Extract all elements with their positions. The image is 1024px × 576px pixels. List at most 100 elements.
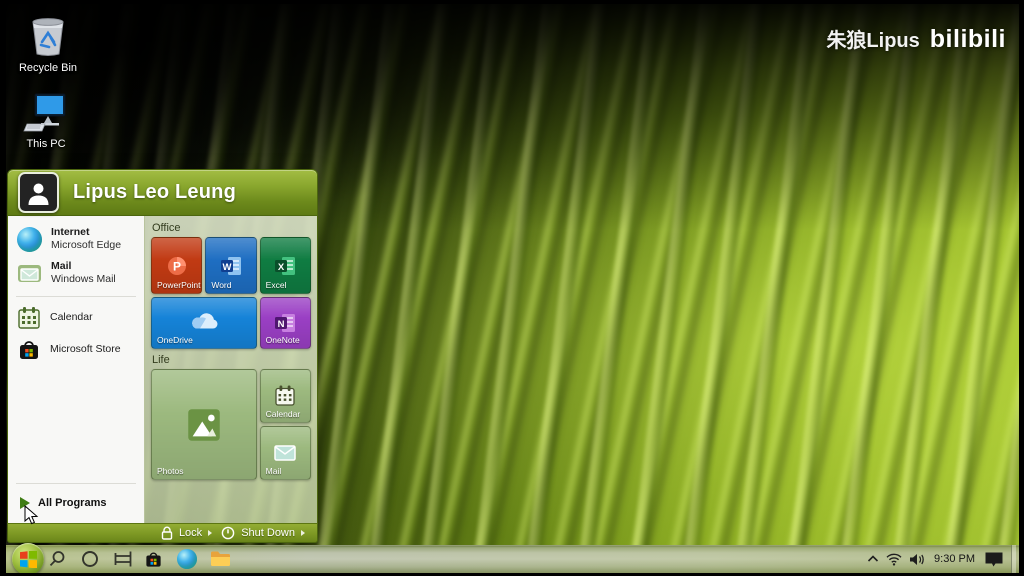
divider	[16, 483, 136, 484]
tile-photos[interactable]: Photos	[151, 369, 257, 480]
edge-icon	[177, 549, 197, 569]
group-label-life: Life	[152, 354, 310, 366]
svg-text:N: N	[278, 319, 285, 330]
shutdown-button[interactable]: Shut Down	[221, 526, 305, 540]
cortana-icon	[81, 550, 99, 568]
start-menu: Lipus Leo Leung Internet Microsoft Edge	[7, 169, 318, 543]
user-avatar[interactable]	[18, 172, 59, 213]
microsoft-store-icon	[17, 338, 41, 362]
system-tray: 9:30 PM	[867, 545, 1016, 573]
item-title: Microsoft Store	[50, 343, 121, 356]
svg-text:X: X	[278, 262, 285, 273]
user-name: Lipus Leo Leung	[73, 181, 236, 204]
microsoft-store-button[interactable]	[139, 545, 167, 573]
submenu-arrow-icon	[301, 530, 305, 536]
desktop-icon-this-pc[interactable]: This PC	[8, 90, 84, 150]
tile-mail[interactable]: Mail	[260, 426, 311, 480]
office-tile-grid: P PowerPoint W Word	[151, 237, 311, 349]
calendar-icon	[17, 306, 41, 330]
tile-label: OneNote	[266, 335, 300, 345]
item-title: Internet	[51, 226, 121, 239]
tile-label: OneDrive	[157, 335, 193, 345]
bilibili-logo: bilibili	[930, 25, 1006, 54]
file-explorer-icon	[210, 550, 231, 568]
tile-excel[interactable]: X Excel	[260, 237, 311, 294]
tile-label: Photos	[157, 466, 183, 476]
all-programs-arrow-icon	[20, 497, 30, 509]
edge-icon	[17, 227, 42, 252]
power-icon	[221, 526, 235, 540]
search-button[interactable]	[43, 545, 71, 573]
windows-logo-icon	[20, 551, 37, 568]
group-label-office: Office	[152, 222, 310, 234]
clock[interactable]: 9:30 PM	[932, 553, 977, 565]
desktop-icon-recycle-bin[interactable]: Recycle Bin	[10, 12, 86, 74]
shutdown-label: Shut Down	[241, 527, 295, 539]
all-programs-label: All Programs	[38, 497, 106, 509]
cortana-button[interactable]	[76, 545, 104, 573]
edge-button[interactable]	[173, 545, 201, 573]
onenote-icon: N	[273, 311, 297, 335]
tile-powerpoint[interactable]: P PowerPoint	[151, 237, 202, 294]
divider	[16, 296, 136, 297]
start-menu-left-column: Internet Microsoft Edge Mail Windows Mai…	[8, 216, 144, 523]
tile-label: Excel	[266, 280, 287, 290]
desktop: Recycle Bin This PC 朱狼Lipus bilibili Lip…	[0, 0, 1024, 576]
tile-label: Mail	[266, 466, 282, 476]
task-view-button[interactable]	[109, 545, 137, 573]
desktop-icon-label: This PC	[26, 138, 65, 150]
watermark: 朱狼Lipus bilibili	[826, 24, 1006, 54]
start-menu-item-internet[interactable]: Internet Microsoft Edge	[8, 222, 144, 256]
volume-icon[interactable]	[909, 553, 925, 566]
item-title: Mail	[51, 260, 116, 273]
start-menu-item-mail[interactable]: Mail Windows Mail	[8, 256, 144, 290]
start-button[interactable]	[12, 543, 44, 575]
photos-icon	[183, 404, 225, 446]
svg-text:P: P	[173, 259, 181, 273]
tile-label: PowerPoint	[157, 280, 200, 290]
show-desktop-button[interactable]	[1011, 545, 1016, 573]
calendar-icon	[273, 384, 297, 408]
microsoft-store-icon	[144, 550, 163, 569]
tile-label: Calendar	[266, 409, 301, 419]
life-tile-grid: Photos Calendar	[151, 369, 311, 480]
taskbar: 9:30 PM	[0, 545, 1024, 573]
submenu-arrow-icon	[208, 530, 212, 536]
watermark-author: 朱狼Lipus	[826, 24, 919, 53]
start-menu-footer: Lock Shut Down	[7, 523, 318, 543]
network-wifi-icon[interactable]	[886, 553, 902, 566]
start-menu-tile-panel: Office P PowerPoint	[144, 216, 317, 523]
excel-icon: X	[273, 254, 297, 278]
this-pc-icon	[23, 90, 69, 134]
item-title: Calendar	[50, 311, 93, 324]
start-menu-item-calendar[interactable]: Calendar	[8, 302, 144, 334]
tile-calendar[interactable]: Calendar	[260, 369, 311, 423]
lock-icon	[161, 526, 173, 540]
recycle-bin-icon	[27, 12, 69, 58]
mail-icon	[17, 261, 42, 286]
svg-text:W: W	[223, 262, 232, 273]
start-menu-header: Lipus Leo Leung	[7, 169, 318, 216]
tile-onenote[interactable]: N OneNote	[260, 297, 311, 349]
action-center-icon[interactable]	[984, 551, 1004, 568]
tile-word[interactable]: W Word	[205, 237, 256, 294]
powerpoint-icon: P	[165, 254, 189, 278]
mail-icon	[272, 440, 298, 466]
tile-onedrive[interactable]: OneDrive	[151, 297, 257, 349]
word-icon: W	[219, 254, 243, 278]
onedrive-icon	[187, 311, 221, 335]
all-programs-button[interactable]: All Programs	[8, 489, 144, 519]
search-icon	[48, 550, 66, 568]
item-subtitle: Windows Mail	[51, 273, 116, 286]
start-menu-item-microsoft-store[interactable]: Microsoft Store	[8, 334, 144, 366]
tray-chevron-up-icon[interactable]	[867, 554, 879, 564]
start-menu-body: Internet Microsoft Edge Mail Windows Mai…	[7, 216, 318, 523]
tile-label: Word	[211, 280, 231, 290]
task-view-icon	[113, 550, 133, 568]
lock-label: Lock	[179, 527, 202, 539]
lock-button[interactable]: Lock	[161, 526, 212, 540]
file-explorer-button[interactable]	[206, 545, 234, 573]
desktop-icon-label: Recycle Bin	[19, 62, 77, 74]
item-subtitle: Microsoft Edge	[51, 239, 121, 252]
user-silhouette-icon	[25, 179, 52, 206]
